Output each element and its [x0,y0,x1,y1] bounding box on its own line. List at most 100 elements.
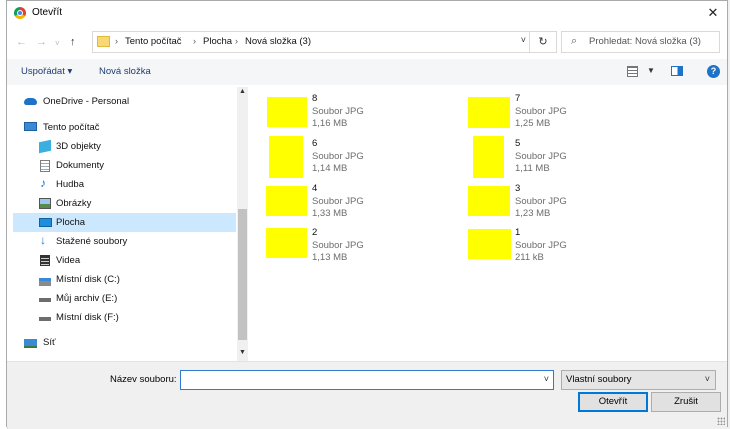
file-type: Soubor JPG [515,151,567,162]
film-icon [40,255,50,266]
network-icon [24,339,37,348]
file-item-3[interactable]: 3 Soubor JPG 1,23 MB [462,181,632,221]
file-item-8[interactable]: 8 Soubor JPG 1,16 MB [259,91,429,131]
window-title: Otevřít [32,7,63,18]
file-type: Soubor JPG [312,151,364,162]
search-box[interactable]: ⌕ Prohledat: Nová složka (3) [561,31,720,53]
sidebar-item-onedrive[interactable]: OneDrive - Personal [13,92,236,111]
jpg-thumbnail-icon [468,229,511,259]
file-type: Soubor JPG [515,106,567,117]
forward-arrow-icon[interactable]: → [36,35,47,49]
scrollbar-thumb[interactable] [238,209,247,340]
file-name: 1 [515,227,521,238]
back-arrow-icon[interactable]: ← [16,35,27,49]
navigation-row: ← → ˅ ↑ › Tento počítač › Plocha › Nová … [7,28,727,58]
drive-icon [39,298,51,302]
file-name: 4 [312,183,318,194]
sidebar-item-this-pc[interactable]: Tento počítač [13,118,236,137]
breadcrumb-desktop[interactable]: Plocha [203,36,232,47]
jpg-thumbnail-icon [473,136,504,178]
navigation-pane: OneDrive - Personal Tento počítač 3D obj… [13,87,236,361]
file-item-4[interactable]: 4 Soubor JPG 1,33 MB [259,181,429,221]
sidebar-item-documents[interactable]: Dokumenty [13,156,236,175]
refresh-icon[interactable]: ↻ [529,32,556,52]
sidebar-item-label: Dokumenty [56,160,105,171]
file-type-value: Vlastní soubory [566,374,632,385]
address-dropdown-icon[interactable]: ˅ [521,35,526,45]
sidebar-item-network[interactable]: Síť [13,333,236,352]
sidebar-item-pictures[interactable]: Obrázky [13,194,236,213]
file-size: 211 kB [515,252,544,263]
drive-windows-icon [39,278,51,286]
music-note-icon: ♪ [40,176,46,190]
file-type: Soubor JPG [312,196,364,207]
chrome-app-icon [14,7,26,19]
download-arrow-icon: ↓ [40,233,46,247]
file-size: 1,13 MB [312,252,348,263]
open-button[interactable]: Otevřít [578,392,648,412]
close-button[interactable]: ✕ [703,4,723,22]
dialog-footer: Název souboru: ˅ Vlastní soubory ˅ Otevř… [7,361,727,427]
jpg-thumbnail-icon [266,186,307,216]
file-size: 1,16 MB [312,118,348,129]
sidebar-item-label: Hudba [56,179,84,190]
organize-menu-button[interactable]: Uspořádat ▾ [21,66,72,77]
new-folder-button[interactable]: Nová složka [99,66,151,77]
sidebar-item-label: Plocha [56,217,86,228]
sidebar-item-local-disk-c[interactable]: Místní disk (C:) [13,270,236,289]
jpg-thumbnail-icon [269,136,303,178]
file-item-1[interactable]: 1 Soubor JPG 211 kB [462,225,632,265]
sidebar-item-desktop[interactable]: Plocha [13,213,236,232]
file-name: 6 [312,138,318,149]
file-name: 5 [515,138,521,149]
preview-pane-icon[interactable] [671,66,683,76]
file-name: 7 [515,93,521,104]
sidebar-item-downloads[interactable]: ↓ Stažené soubory [13,232,236,251]
file-item-5[interactable]: 5 Soubor JPG 1,11 MB [462,136,632,178]
file-type: Soubor JPG [312,240,364,251]
breadcrumb-this-pc[interactable]: Tento počítač [125,36,182,47]
chevron-down-icon: ˅ [704,374,710,384]
filename-combobox[interactable]: ˅ [180,370,554,390]
navigation-pane-scrollbar[interactable]: ▲ ▼ [237,87,248,361]
scroll-up-arrow-icon[interactable]: ▲ [238,88,247,95]
sidebar-item-label: Tento počítač [43,122,100,133]
file-name: 8 [312,93,318,104]
file-type-select[interactable]: Vlastní soubory ˅ [561,370,716,390]
cloud-icon [24,98,37,105]
view-options-dropdown-icon[interactable]: ▼ [647,66,655,75]
up-arrow-icon[interactable]: ↑ [70,35,76,49]
file-size: 1,33 MB [312,208,348,219]
search-placeholder: Prohledat: Nová složka (3) [589,36,701,47]
sidebar-item-label: Síť [43,337,56,348]
file-item-2[interactable]: 2 Soubor JPG 1,13 MB [259,225,429,265]
file-size: 1,25 MB [515,118,551,129]
filename-input[interactable] [184,373,524,387]
sidebar-item-music[interactable]: ♪ Hudba [13,175,236,194]
address-bar[interactable]: › Tento počítač › Plocha › Nová složka (… [92,31,557,53]
folder-icon [97,36,110,47]
file-list: 8 Soubor JPG 1,16 MB 7 Soubor JPG 1,25 M… [251,87,721,361]
file-item-7[interactable]: 7 Soubor JPG 1,25 MB [462,91,632,131]
sidebar-item-archive-e[interactable]: Můj archiv (E:) [13,289,236,308]
help-icon[interactable]: ? [707,65,720,78]
file-name: 3 [515,183,521,194]
recent-locations-chevron-icon[interactable]: ˅ [55,37,60,51]
breadcrumb-current-folder[interactable]: Nová složka (3) [245,36,311,47]
scroll-down-arrow-icon[interactable]: ▼ [238,349,247,356]
file-type: Soubor JPG [312,106,364,117]
file-size: 1,11 MB [515,163,550,174]
sidebar-item-local-disk-f[interactable]: Místní disk (F:) [13,308,236,327]
sidebar-item-videos[interactable]: Videa [13,251,236,270]
file-item-6[interactable]: 6 Soubor JPG 1,14 MB [259,136,429,178]
file-name: 2 [312,227,318,238]
file-size: 1,14 MB [312,163,348,174]
search-icon: ⌕ [571,35,578,47]
sidebar-item-3d-objects[interactable]: 3D objekty [13,137,236,156]
change-view-icon[interactable] [627,66,638,77]
resize-grip-icon[interactable] [717,417,725,425]
sidebar-item-label: Videa [56,255,81,266]
filename-dropdown-icon[interactable]: ˅ [544,374,549,384]
cancel-button[interactable]: Zrušit [651,392,721,412]
sidebar-item-label: Obrázky [56,198,92,209]
